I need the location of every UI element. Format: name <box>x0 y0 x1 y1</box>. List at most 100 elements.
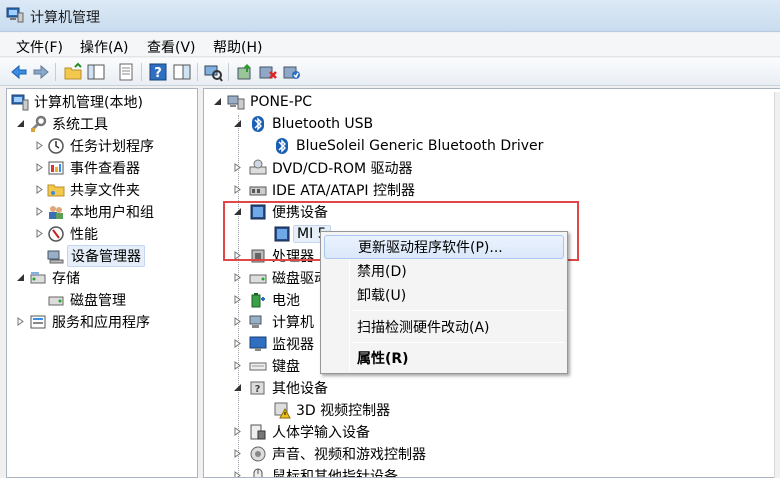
tree-label: 处理器 <box>272 249 314 265</box>
expand-arrow-icon[interactable] <box>233 339 242 348</box>
expand-arrow-icon[interactable] <box>35 185 44 194</box>
properties-icon[interactable] <box>116 62 136 82</box>
show-tree-icon[interactable] <box>86 62 106 82</box>
tree-label: 任务计划程序 <box>70 139 154 155</box>
menu-disable[interactable]: 禁用(D) <box>324 259 564 283</box>
tree-item-services-apps[interactable]: 服务和应用程序 <box>29 311 150 333</box>
tree-item-storage[interactable]: 存储 <box>29 267 80 289</box>
collapse-arrow-icon[interactable] <box>233 119 242 128</box>
bluetooth-icon <box>273 137 291 155</box>
expand-arrow-icon[interactable] <box>233 361 242 370</box>
expand-arrow-icon[interactable] <box>233 163 242 172</box>
tree-item-device-manager[interactable]: 设备管理器 <box>47 245 145 267</box>
storage-icon <box>29 269 47 287</box>
tree-label: 计算机管理(本地) <box>34 95 143 111</box>
collapse-arrow-icon[interactable] <box>16 119 25 128</box>
device-category-computer[interactable]: 计算机 <box>249 311 314 333</box>
collapse-arrow-icon[interactable] <box>16 273 25 282</box>
collapse-arrow-icon[interactable] <box>233 207 242 216</box>
menu-action[interactable]: 操作(A) <box>80 37 129 57</box>
toolbar-separator <box>228 63 229 81</box>
vertical-scrollbar[interactable] <box>774 92 780 478</box>
tree-label: IDE ATA/ATAPI 控制器 <box>272 183 416 199</box>
tree-label: 设备管理器 <box>67 245 145 267</box>
disable-device-icon[interactable] <box>258 62 278 82</box>
help-icon[interactable]: ? <box>148 62 168 82</box>
tree-item-disk-management[interactable]: 磁盘管理 <box>47 289 126 311</box>
tree-item-computer-management[interactable]: 计算机管理(本地) <box>11 91 143 113</box>
tree-label: 电池 <box>272 293 300 309</box>
tree-label: 性能 <box>70 227 98 243</box>
tree-label: 共享文件夹 <box>70 183 140 199</box>
menu-file[interactable]: 文件(F) <box>16 37 63 57</box>
expand-arrow-icon[interactable] <box>35 141 44 150</box>
menu-bar: 文件(F) 操作(A) 查看(V) 帮助(H) <box>0 33 780 57</box>
device-root-computer[interactable]: PONE-PC <box>227 91 312 113</box>
tree-label: 事件查看器 <box>70 161 140 177</box>
tree-label: Bluetooth USB <box>272 116 374 132</box>
menu-scan-hardware[interactable]: 扫描检测硬件改动(A) <box>324 315 564 339</box>
device-category-processor[interactable]: 处理器 <box>249 245 314 267</box>
portable-device-icon <box>249 203 267 221</box>
menu-update-driver[interactable]: 更新驱动程序软件(P)... <box>324 235 564 259</box>
toolbar-separator <box>197 63 198 81</box>
expand-arrow-icon[interactable] <box>16 317 25 326</box>
device-category-portable[interactable]: 便携设备 <box>249 201 328 223</box>
menu-separator <box>352 342 564 343</box>
clock-icon <box>47 137 65 155</box>
device-bluetooth-driver[interactable]: BlueSoleil Generic Bluetooth Driver <box>273 135 543 157</box>
menu-uninstall[interactable]: 卸载(U) <box>324 283 564 307</box>
computer-icon <box>227 93 245 111</box>
device-3d-video-controller[interactable]: 3D 视频控制器 <box>273 399 390 421</box>
expand-arrow-icon[interactable] <box>233 427 242 436</box>
computer-icon <box>249 313 267 331</box>
expand-arrow-icon[interactable] <box>233 251 242 260</box>
device-category-bluetooth[interactable]: Bluetooth USB <box>249 113 373 135</box>
tree-item-shared-folders[interactable]: 共享文件夹 <box>47 179 140 201</box>
forward-icon[interactable] <box>31 62 51 82</box>
monitor-icon <box>249 335 267 353</box>
device-category-ide[interactable]: IDE ATA/ATAPI 控制器 <box>249 179 415 201</box>
collapse-arrow-icon[interactable] <box>213 97 222 106</box>
up-folder-icon[interactable] <box>63 62 83 82</box>
ide-controller-icon <box>249 181 267 199</box>
device-category-keyboard[interactable]: 键盘 <box>249 355 300 377</box>
update-driver-icon[interactable] <box>235 62 255 82</box>
menu-view[interactable]: 查看(V) <box>147 37 196 57</box>
tree-item-task-scheduler[interactable]: 任务计划程序 <box>47 135 154 157</box>
console-icon[interactable] <box>172 62 192 82</box>
expand-arrow-icon[interactable] <box>35 229 44 238</box>
scan-hardware-icon[interactable] <box>203 62 223 82</box>
device-category-dvd[interactable]: DVD/CD-ROM 驱动器 <box>249 157 413 179</box>
device-category-monitor[interactable]: 监视器 <box>249 333 314 355</box>
collapse-arrow-icon[interactable] <box>233 383 242 392</box>
tree-label: 存储 <box>52 271 80 287</box>
expand-arrow-icon[interactable] <box>233 295 242 304</box>
tree-item-local-users[interactable]: 本地用户和组 <box>47 201 154 223</box>
event-viewer-icon <box>47 159 65 177</box>
tree-label: BlueSoleil Generic Bluetooth Driver <box>296 138 544 154</box>
tree-item-performance[interactable]: 性能 <box>47 223 98 245</box>
device-category-sound[interactable]: 声音、视频和游戏控制器 <box>249 443 426 465</box>
expand-arrow-icon[interactable] <box>35 163 44 172</box>
tree-label: 声音、视频和游戏控制器 <box>272 447 426 463</box>
tree-item-event-viewer[interactable]: 事件查看器 <box>47 157 140 179</box>
menu-help[interactable]: 帮助(H) <box>213 37 262 57</box>
disk-icon <box>47 291 65 309</box>
expand-arrow-icon[interactable] <box>233 471 242 477</box>
expand-arrow-icon[interactable] <box>233 273 242 282</box>
tree-label: 磁盘管理 <box>70 293 126 309</box>
device-category-hid[interactable]: 人体学输入设备 <box>249 421 370 443</box>
expand-arrow-icon[interactable] <box>233 449 242 458</box>
mouse-icon <box>249 467 267 477</box>
tree-item-system-tools[interactable]: 系统工具 <box>29 113 108 135</box>
expand-arrow-icon[interactable] <box>233 185 242 194</box>
expand-arrow-icon[interactable] <box>35 207 44 216</box>
expand-arrow-icon[interactable] <box>233 317 242 326</box>
uninstall-device-icon[interactable] <box>281 62 301 82</box>
back-icon[interactable] <box>9 62 29 82</box>
device-category-battery[interactable]: 电池 <box>249 289 300 311</box>
device-category-mouse[interactable]: 鼠标和其他指针设备 <box>249 465 398 477</box>
menu-properties[interactable]: 属性(R) <box>324 346 564 370</box>
device-category-other[interactable]: ? 其他设备 <box>249 377 328 399</box>
